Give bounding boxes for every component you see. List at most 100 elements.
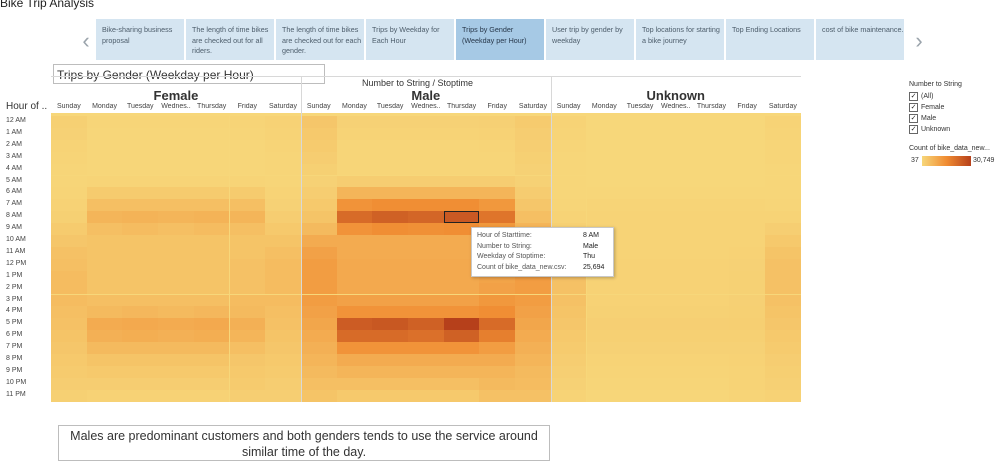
checkbox-icon[interactable]: ✓ (909, 103, 918, 112)
heatmap-cell[interactable] (515, 151, 551, 164)
heatmap-cell[interactable] (229, 246, 266, 259)
heatmap-cell[interactable] (229, 235, 266, 247)
heatmap-cell[interactable] (657, 246, 694, 259)
heatmap-cell[interactable] (693, 306, 730, 319)
heatmap-cell[interactable] (51, 235, 87, 247)
heatmap-cell[interactable] (693, 270, 730, 283)
heatmap-cell[interactable] (479, 211, 516, 224)
heatmap-cell[interactable] (765, 306, 801, 319)
heatmap-cell[interactable] (586, 163, 623, 176)
heatmap-cell[interactable] (479, 139, 516, 152)
heatmap-cell[interactable] (765, 246, 801, 259)
heatmap-cell[interactable] (193, 139, 230, 152)
group-header-male[interactable]: Male (301, 88, 551, 103)
heatmap-cell[interactable] (765, 163, 801, 176)
hour-label[interactable]: 9 PM (6, 367, 22, 374)
heatmap-cell[interactable] (408, 211, 444, 224)
group-header-unknown[interactable]: Unknown (551, 88, 801, 103)
heatmap-cell[interactable] (443, 318, 480, 331)
heatmap-cell[interactable] (122, 330, 159, 343)
heatmap-cell[interactable] (515, 365, 551, 378)
heatmap-cell[interactable] (657, 211, 694, 224)
heatmap-cell[interactable] (657, 294, 694, 307)
heatmap-cell[interactable] (122, 223, 159, 235)
heatmap-cell[interactable] (336, 330, 373, 343)
heatmap-cell[interactable] (51, 306, 87, 319)
heatmap-cell[interactable] (265, 246, 301, 259)
heatmap-cell[interactable] (336, 139, 373, 152)
heatmap-cell[interactable] (765, 282, 801, 295)
heatmap-cell[interactable] (372, 306, 408, 319)
heatmap-cell[interactable] (622, 223, 658, 235)
heatmap-cell[interactable] (158, 306, 194, 319)
hour-label[interactable]: 4 PM (6, 307, 22, 314)
heatmap-cell[interactable] (586, 318, 623, 331)
heatmap-cell[interactable] (229, 306, 266, 319)
heatmap-cell[interactable] (86, 211, 123, 224)
heatmap-cell[interactable] (86, 354, 123, 366)
heatmap-cell[interactable] (729, 270, 765, 283)
story-tab-4[interactable]: Trips by Weekday for Each Hour (366, 19, 454, 60)
heatmap-cell[interactable] (122, 306, 159, 319)
heatmap-cell[interactable] (408, 282, 444, 295)
heatmap-cell[interactable] (443, 163, 480, 176)
heatmap-cell[interactable] (515, 282, 551, 295)
heatmap-cell[interactable] (336, 199, 373, 212)
heatmap-cell[interactable] (657, 151, 694, 164)
heatmap-cell[interactable] (372, 330, 408, 343)
heatmap-cell[interactable] (479, 282, 516, 295)
heatmap-cell[interactable] (122, 163, 159, 176)
heatmap-cell[interactable] (765, 127, 801, 140)
heatmap-cell[interactable] (693, 377, 730, 390)
hour-label[interactable]: 1 AM (6, 129, 22, 136)
heatmap-cell[interactable] (586, 377, 623, 390)
hour-label[interactable]: 3 PM (6, 296, 22, 303)
heatmap-cell[interactable] (729, 282, 765, 295)
heatmap-cell[interactable] (265, 187, 301, 200)
story-tab-6[interactable]: User trip by gender by weekday (546, 19, 634, 60)
heatmap-cell[interactable] (86, 175, 123, 188)
heatmap-cell[interactable] (408, 175, 444, 188)
heatmap-cell[interactable] (443, 365, 480, 378)
heatmap-cell[interactable] (372, 354, 408, 366)
heatmap-cell[interactable] (622, 342, 658, 354)
heatmap-cell[interactable] (336, 354, 373, 366)
heatmap-cell[interactable] (372, 163, 408, 176)
heatmap-cell[interactable] (693, 235, 730, 247)
heatmap-cell[interactable] (372, 116, 408, 128)
heatmap-cell[interactable] (265, 354, 301, 366)
heatmap-cell[interactable] (408, 116, 444, 128)
heatmap-cell[interactable] (300, 294, 337, 307)
day-label-male-6[interactable]: Saturday (515, 103, 551, 110)
heatmap-cell[interactable] (408, 151, 444, 164)
heatmap-cell[interactable] (265, 342, 301, 354)
heatmap-cell[interactable] (122, 199, 159, 212)
heatmap-cell[interactable] (86, 163, 123, 176)
heatmap-cell[interactable] (300, 306, 337, 319)
heatmap-cell[interactable] (300, 389, 337, 402)
heatmap-cell[interactable] (122, 389, 159, 402)
heatmap-cell[interactable] (158, 139, 194, 152)
day-label-male-3[interactable]: Wednes.. (408, 103, 444, 110)
heatmap-cell[interactable] (586, 127, 623, 140)
heatmap-cell[interactable] (122, 318, 159, 331)
heatmap-cell[interactable] (51, 199, 87, 212)
heatmap-cell[interactable] (765, 270, 801, 283)
heatmap-cell[interactable] (479, 175, 516, 188)
day-label-female-4[interactable]: Thursday (194, 103, 230, 110)
hour-label[interactable]: 11 PM (6, 391, 26, 398)
heatmap-cell[interactable] (229, 318, 266, 331)
heatmap-cell[interactable] (765, 330, 801, 343)
hour-label[interactable]: 4 AM (6, 165, 22, 172)
heatmap-cell[interactable] (229, 270, 266, 283)
heatmap-cell[interactable] (86, 127, 123, 140)
heatmap-cell[interactable] (229, 116, 266, 128)
day-label-unknown-6[interactable]: Saturday (765, 103, 801, 110)
heatmap-cell[interactable] (765, 294, 801, 307)
heatmap-cell[interactable] (622, 187, 658, 200)
heatmap-cell[interactable] (336, 163, 373, 176)
day-label-female-2[interactable]: Tuesday (122, 103, 158, 110)
heatmap-cell[interactable] (51, 139, 87, 152)
heatmap-cell[interactable] (158, 270, 194, 283)
checkbox-icon[interactable]: ✓ (909, 92, 918, 101)
